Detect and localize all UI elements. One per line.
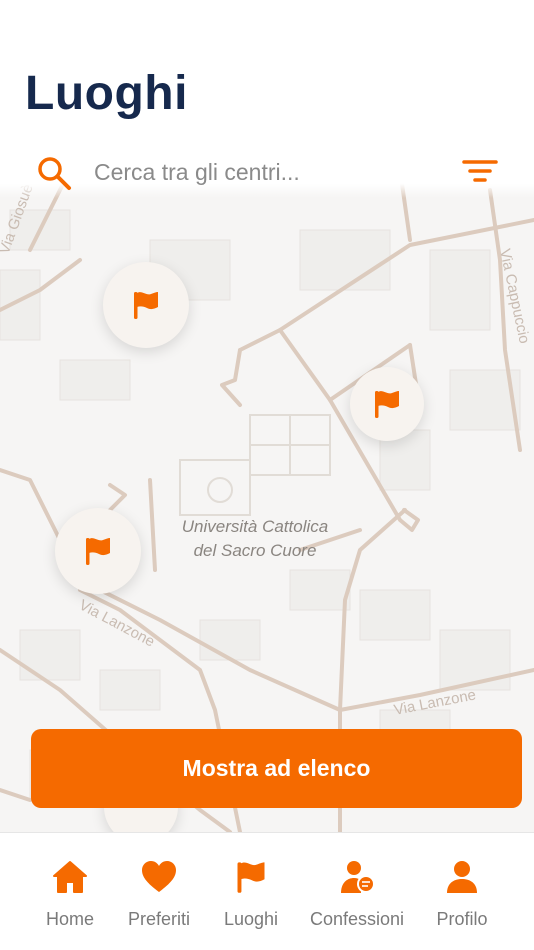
flag-icon bbox=[134, 292, 158, 319]
header: Luoghi bbox=[0, 0, 534, 150]
nav-label: Confessioni bbox=[309, 909, 405, 929]
nav-label: Profilo bbox=[436, 909, 488, 929]
filter-icon[interactable] bbox=[462, 158, 498, 186]
nav-item-confessioni[interactable]: Confessioni bbox=[302, 859, 412, 939]
university-label-line-1: Università Cattolica bbox=[182, 517, 328, 536]
street-label-lanzone-1: Via Lanzone bbox=[76, 597, 157, 651]
search-input[interactable] bbox=[94, 154, 434, 190]
map-marker[interactable] bbox=[55, 508, 141, 594]
home-icon bbox=[53, 861, 87, 893]
bottom-nav: Home Preferiti Luoghi Confessioni Profil… bbox=[0, 832, 534, 950]
nav-label: Luoghi bbox=[223, 909, 279, 929]
heart-icon bbox=[142, 861, 176, 892]
search-bar bbox=[0, 150, 534, 198]
search-icon[interactable] bbox=[36, 155, 72, 191]
map-marker[interactable] bbox=[350, 367, 424, 441]
nav-item-profilo[interactable]: Profilo bbox=[407, 859, 517, 939]
map-marker[interactable] bbox=[103, 262, 189, 348]
confession-icon bbox=[341, 861, 375, 893]
page-title: Luoghi bbox=[25, 67, 188, 120]
show-list-button[interactable]: Mostra ad elenco bbox=[31, 729, 522, 808]
profile-icon bbox=[447, 861, 477, 893]
flag-icon bbox=[86, 538, 110, 565]
flag-icon bbox=[237, 862, 265, 893]
flag-icon bbox=[375, 391, 399, 418]
nav-item-luoghi[interactable]: Luoghi bbox=[196, 859, 306, 939]
university-label-line-2: del Sacro Cuore bbox=[194, 541, 317, 560]
